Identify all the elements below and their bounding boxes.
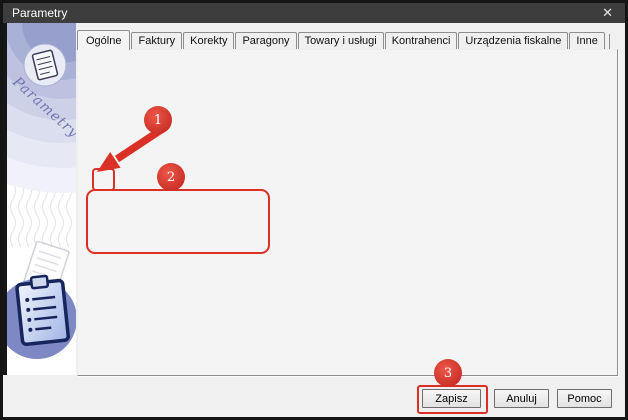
tab-page-ogolne — [77, 49, 618, 376]
tab-kontrahenci[interactable]: Kontrahenci — [384, 32, 458, 49]
title-bar: Parametry ✕ — [3, 3, 625, 23]
close-icon[interactable]: ✕ — [602, 5, 625, 21]
sidebar-artwork: Parametry — [3, 23, 76, 375]
tab-urzadzenia-fiskalne[interactable]: Urządzenia fiskalne — [458, 32, 569, 49]
tab-korekty[interactable]: Korekty — [183, 32, 235, 49]
sidebar-illustration: Parametry — [7, 23, 76, 375]
tab-strip: Ogólne Faktury Korekty Paragony Towary i… — [77, 30, 610, 50]
parametry-dialog: Parametry ✕ Parametry Ogólne Faktury Kor… — [0, 0, 628, 420]
tab-paragony[interactable]: Paragony — [235, 32, 297, 49]
window-title: Parametry — [12, 6, 68, 20]
help-button[interactable]: Pomoc — [557, 389, 612, 408]
tab-inne[interactable]: Inne — [569, 32, 605, 49]
tab-strip-end-divider — [608, 34, 610, 49]
tab-ogolne[interactable]: Ogólne — [77, 30, 131, 50]
cancel-button[interactable]: Anuluj — [494, 389, 549, 408]
tab-faktury[interactable]: Faktury — [131, 32, 183, 49]
tab-towary-i-uslugi[interactable]: Towary i usługi — [297, 32, 384, 49]
document-badge-icon — [23, 43, 67, 87]
save-button[interactable]: Zapisz — [422, 389, 481, 408]
